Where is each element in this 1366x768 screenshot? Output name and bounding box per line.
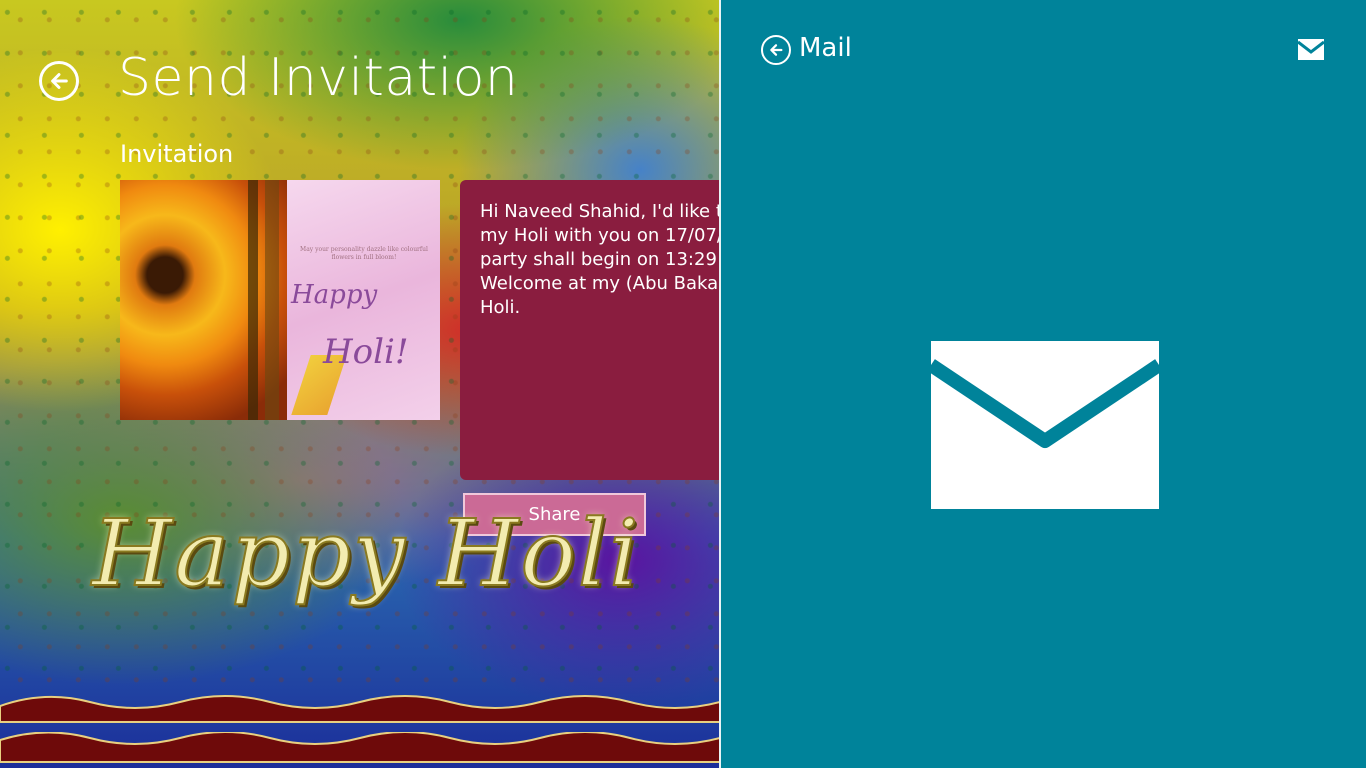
- back-arrow-icon: [770, 44, 783, 56]
- card-happy-text: Happy: [291, 280, 378, 310]
- page-title: Send Invitation: [118, 48, 519, 108]
- invitation-message-text: Hi Naveed Shahid, I'd like to my Holi wi…: [480, 201, 720, 318]
- card-greeting-panel: May your personality dazzle like colourf…: [287, 180, 440, 420]
- card-small-text: May your personality dazzle like colourf…: [300, 246, 428, 261]
- mail-share-pane: Mail: [721, 0, 1366, 768]
- holi-invitation-app: Send Invitation Invitation May your pers…: [0, 0, 720, 768]
- section-label: Invitation: [120, 140, 234, 168]
- invitation-message-box[interactable]: Hi Naveed Shahid, I'd like to my Holi wi…: [460, 180, 720, 480]
- mail-envelope-icon[interactable]: [1298, 39, 1324, 60]
- flower-photo: [120, 180, 287, 420]
- invitation-card-image: May your personality dazzle like colourf…: [120, 180, 440, 420]
- back-arrow-icon: [51, 73, 68, 89]
- card-holi-text: Holi!: [323, 332, 409, 372]
- happy-holi-banner: Happy Holi: [91, 499, 641, 608]
- mail-title: Mail: [799, 33, 852, 63]
- decorative-wave-top: [0, 695, 720, 723]
- mail-app-large-icon[interactable]: [931, 341, 1159, 509]
- mail-back-button[interactable]: [761, 35, 791, 65]
- back-button[interactable]: [39, 61, 79, 101]
- decorative-wave-bottom: [0, 732, 720, 763]
